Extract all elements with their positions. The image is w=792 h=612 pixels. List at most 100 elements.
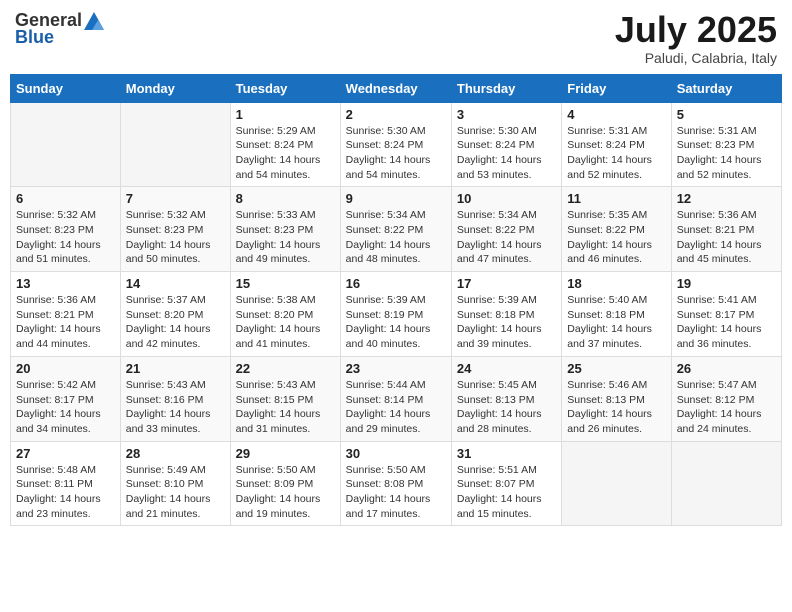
day-header-saturday: Saturday	[671, 74, 781, 102]
calendar-cell: 11 Sunrise: 5:35 AMSunset: 8:22 PMDayligh…	[562, 187, 671, 272]
calendar-cell: 19 Sunrise: 5:41 AMSunset: 8:17 PMDayligh…	[671, 272, 781, 357]
day-number: 18	[567, 276, 665, 291]
month-title: July 2025	[615, 10, 777, 50]
calendar-cell: 14Sunrise: 5:37 AMSunset: 8:20 PMDayligh…	[120, 272, 230, 357]
day-number: 23	[346, 361, 446, 376]
calendar-cell: 27Sunrise: 5:48 AMSunset: 8:11 PMDayligh…	[11, 441, 121, 526]
day-number: 30	[346, 446, 446, 461]
page-header: General Blue July 2025 Paludi, Calabria,…	[10, 10, 782, 66]
calendar-cell: 18 Sunrise: 5:40 AMSunset: 8:18 PMDayligh…	[562, 272, 671, 357]
calendar-cell: 23 Sunrise: 5:44 AMSunset: 8:14 PMDayligh…	[340, 356, 451, 441]
day-info: Sunrise: 5:32 AMSunset: 8:23 PMDaylight:…	[126, 208, 225, 267]
day-number: 25	[567, 361, 665, 376]
calendar-cell: 21Sunrise: 5:43 AMSunset: 8:16 PMDayligh…	[120, 356, 230, 441]
calendar-cell: 6 Sunrise: 5:32 AMSunset: 8:23 PMDaylight…	[11, 187, 121, 272]
calendar: SundayMondayTuesdayWednesdayThursdayFrid…	[10, 74, 782, 527]
title-block: July 2025 Paludi, Calabria, Italy	[615, 10, 777, 66]
day-info: Sunrise: 5:30 AMSunset: 8:24 PMDaylight:…	[346, 124, 446, 183]
calendar-week-row: 1Sunrise: 5:29 AMSunset: 8:24 PMDaylight…	[11, 102, 782, 187]
day-info: Sunrise: 5:36 AMSunset: 8:21 PMDaylight:…	[677, 208, 776, 267]
day-number: 3	[457, 107, 556, 122]
day-number: 11	[567, 191, 665, 206]
calendar-cell: 8Sunrise: 5:33 AMSunset: 8:23 PMDaylight…	[230, 187, 340, 272]
day-number: 31	[457, 446, 556, 461]
calendar-week-row: 20Sunrise: 5:42 AMSunset: 8:17 PMDayligh…	[11, 356, 782, 441]
day-info: Sunrise: 5:51 AMSunset: 8:07 PMDaylight:…	[457, 463, 556, 522]
day-header-friday: Friday	[562, 74, 671, 102]
day-number: 26	[677, 361, 776, 376]
calendar-cell: 20Sunrise: 5:42 AMSunset: 8:17 PMDayligh…	[11, 356, 121, 441]
day-number: 24	[457, 361, 556, 376]
calendar-cell: 16 Sunrise: 5:39 AMSunset: 8:19 PMDayligh…	[340, 272, 451, 357]
day-info: Sunrise: 5:41 AMSunset: 8:17 PMDaylight:…	[677, 293, 776, 352]
calendar-cell	[562, 441, 671, 526]
day-info: Sunrise: 5:40 AMSunset: 8:18 PMDaylight:…	[567, 293, 665, 352]
calendar-cell: 13Sunrise: 5:36 AMSunset: 8:21 PMDayligh…	[11, 272, 121, 357]
day-info: Sunrise: 5:46 AMSunset: 8:13 PMDaylight:…	[567, 378, 665, 437]
location: Paludi, Calabria, Italy	[615, 50, 777, 66]
day-info: Sunrise: 5:44 AMSunset: 8:14 PMDaylight:…	[346, 378, 446, 437]
calendar-cell: 31 Sunrise: 5:51 AMSunset: 8:07 PMDayligh…	[451, 441, 561, 526]
day-number: 29	[236, 446, 335, 461]
day-info: Sunrise: 5:39 AMSunset: 8:19 PMDaylight:…	[346, 293, 446, 352]
day-info: Sunrise: 5:50 AMSunset: 8:08 PMDaylight:…	[346, 463, 446, 522]
day-header-wednesday: Wednesday	[340, 74, 451, 102]
day-info: Sunrise: 5:35 AMSunset: 8:22 PMDaylight:…	[567, 208, 665, 267]
day-info: Sunrise: 5:49 AMSunset: 8:10 PMDaylight:…	[126, 463, 225, 522]
day-header-monday: Monday	[120, 74, 230, 102]
calendar-cell: 5 Sunrise: 5:31 AMSunset: 8:23 PMDaylight…	[671, 102, 781, 187]
day-number: 13	[16, 276, 115, 291]
calendar-cell: 9 Sunrise: 5:34 AMSunset: 8:22 PMDaylight…	[340, 187, 451, 272]
day-number: 2	[346, 107, 446, 122]
day-number: 12	[677, 191, 776, 206]
day-info: Sunrise: 5:34 AMSunset: 8:22 PMDaylight:…	[457, 208, 556, 267]
logo-blue: Blue	[15, 27, 54, 48]
day-number: 4	[567, 107, 665, 122]
day-number: 9	[346, 191, 446, 206]
day-number: 6	[16, 191, 115, 206]
calendar-cell	[120, 102, 230, 187]
calendar-cell: 10 Sunrise: 5:34 AMSunset: 8:22 PMDayligh…	[451, 187, 561, 272]
calendar-cell: 17 Sunrise: 5:39 AMSunset: 8:18 PMDayligh…	[451, 272, 561, 357]
day-info: Sunrise: 5:32 AMSunset: 8:23 PMDaylight:…	[16, 208, 115, 267]
calendar-cell: 3 Sunrise: 5:30 AMSunset: 8:24 PMDaylight…	[451, 102, 561, 187]
day-info: Sunrise: 5:33 AMSunset: 8:23 PMDaylight:…	[236, 208, 335, 267]
day-number: 19	[677, 276, 776, 291]
day-number: 22	[236, 361, 335, 376]
day-info: Sunrise: 5:31 AMSunset: 8:24 PMDaylight:…	[567, 124, 665, 183]
calendar-cell: 29 Sunrise: 5:50 AMSunset: 8:09 PMDayligh…	[230, 441, 340, 526]
calendar-cell: 15Sunrise: 5:38 AMSunset: 8:20 PMDayligh…	[230, 272, 340, 357]
day-number: 5	[677, 107, 776, 122]
calendar-cell: 1Sunrise: 5:29 AMSunset: 8:24 PMDaylight…	[230, 102, 340, 187]
day-info: Sunrise: 5:31 AMSunset: 8:23 PMDaylight:…	[677, 124, 776, 183]
calendar-week-row: 13Sunrise: 5:36 AMSunset: 8:21 PMDayligh…	[11, 272, 782, 357]
day-header-sunday: Sunday	[11, 74, 121, 102]
day-number: 10	[457, 191, 556, 206]
day-info: Sunrise: 5:50 AMSunset: 8:09 PMDaylight:…	[236, 463, 335, 522]
calendar-cell: 30 Sunrise: 5:50 AMSunset: 8:08 PMDayligh…	[340, 441, 451, 526]
day-info: Sunrise: 5:48 AMSunset: 8:11 PMDaylight:…	[16, 463, 115, 522]
day-info: Sunrise: 5:39 AMSunset: 8:18 PMDaylight:…	[457, 293, 556, 352]
logo-icon	[84, 12, 104, 30]
day-info: Sunrise: 5:43 AMSunset: 8:15 PMDaylight:…	[236, 378, 335, 437]
day-info: Sunrise: 5:30 AMSunset: 8:24 PMDaylight:…	[457, 124, 556, 183]
calendar-cell	[11, 102, 121, 187]
calendar-cell: 28 Sunrise: 5:49 AMSunset: 8:10 PMDayligh…	[120, 441, 230, 526]
day-number: 7	[126, 191, 225, 206]
day-number: 1	[236, 107, 335, 122]
logo: General Blue	[15, 10, 104, 48]
calendar-cell: 26Sunrise: 5:47 AMSunset: 8:12 PMDayligh…	[671, 356, 781, 441]
day-info: Sunrise: 5:45 AMSunset: 8:13 PMDaylight:…	[457, 378, 556, 437]
day-info: Sunrise: 5:43 AMSunset: 8:16 PMDaylight:…	[126, 378, 225, 437]
day-number: 15	[236, 276, 335, 291]
calendar-week-row: 27Sunrise: 5:48 AMSunset: 8:11 PMDayligh…	[11, 441, 782, 526]
day-number: 16	[346, 276, 446, 291]
calendar-cell: 22 Sunrise: 5:43 AMSunset: 8:15 PMDayligh…	[230, 356, 340, 441]
day-number: 17	[457, 276, 556, 291]
day-info: Sunrise: 5:34 AMSunset: 8:22 PMDaylight:…	[346, 208, 446, 267]
day-number: 14	[126, 276, 225, 291]
day-header-thursday: Thursday	[451, 74, 561, 102]
day-number: 28	[126, 446, 225, 461]
day-number: 20	[16, 361, 115, 376]
calendar-cell: 4 Sunrise: 5:31 AMSunset: 8:24 PMDaylight…	[562, 102, 671, 187]
